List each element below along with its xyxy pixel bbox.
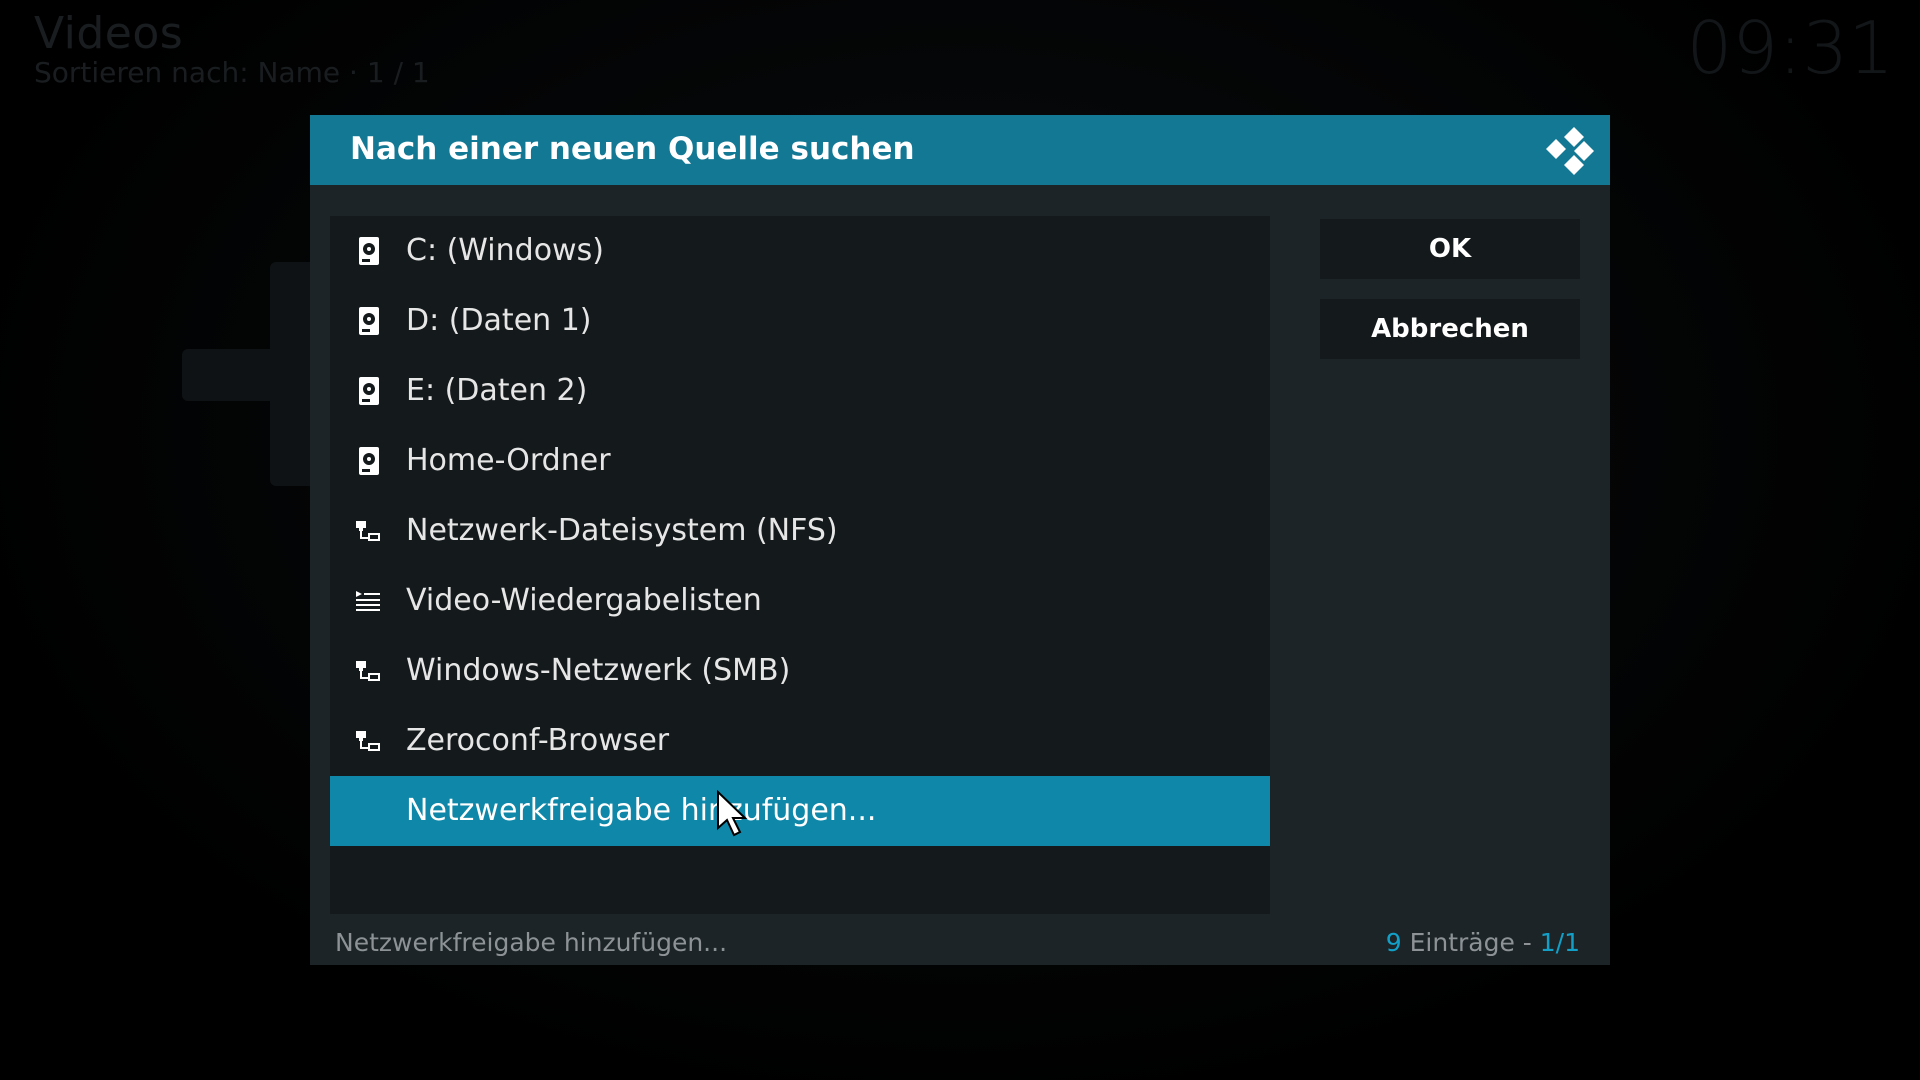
list-item-label: Windows-Netzwerk (SMB) bbox=[406, 653, 791, 688]
browse-source-dialog: Nach einer neuen Quelle suchen C: (Windo… bbox=[310, 115, 1610, 965]
background-sort-info: Sortieren nach: Name · 1 / 1 bbox=[34, 56, 430, 89]
page-indicator: 1/1 bbox=[1539, 928, 1580, 957]
list-item-label: Netzwerkfreigabe hinzufügen... bbox=[406, 793, 877, 828]
list-item-c-windows[interactable]: C: (Windows) bbox=[330, 216, 1270, 286]
harddisk-icon bbox=[359, 237, 379, 265]
kodi-logo-icon bbox=[1546, 127, 1594, 175]
list-item-label: E: (Daten 2) bbox=[406, 373, 588, 408]
list-item-add-network-share[interactable]: Netzwerkfreigabe hinzufügen... bbox=[330, 776, 1270, 846]
harddisk-icon bbox=[359, 307, 379, 335]
list-item-label: Video-Wiedergabelisten bbox=[406, 583, 762, 618]
ok-button[interactable]: OK bbox=[1320, 219, 1580, 279]
list-item-label: Home-Ordner bbox=[406, 443, 611, 478]
list-item-smb[interactable]: Windows-Netzwerk (SMB) bbox=[330, 636, 1270, 706]
harddisk-icon bbox=[359, 447, 379, 475]
background-clock: 09:31 bbox=[1686, 6, 1895, 90]
source-list: C: (Windows) D: (Daten 1) E: (Daten 2) H… bbox=[330, 216, 1270, 914]
network-icon bbox=[356, 521, 380, 541]
item-count: 9 Einträge - 1/1 bbox=[1386, 928, 1580, 957]
list-item-label: Zeroconf-Browser bbox=[406, 723, 670, 758]
mouse-cursor-icon bbox=[717, 790, 748, 837]
item-count-number: 9 bbox=[1385, 928, 1402, 957]
dialog-header: Nach einer neuen Quelle suchen bbox=[310, 115, 1610, 185]
list-item-d-daten-1[interactable]: D: (Daten 1) bbox=[330, 286, 1270, 356]
list-item-label: D: (Daten 1) bbox=[406, 303, 592, 338]
list-item-zeroconf[interactable]: Zeroconf-Browser bbox=[330, 706, 1270, 776]
list-item-e-daten-2[interactable]: E: (Daten 2) bbox=[330, 356, 1270, 426]
cancel-button[interactable]: Abbrechen bbox=[1320, 299, 1580, 359]
selected-item-label: Netzwerkfreigabe hinzufügen... bbox=[335, 928, 728, 957]
dialog-title: Nach einer neuen Quelle suchen bbox=[350, 131, 915, 167]
list-item-label: Netzwerk-Dateisystem (NFS) bbox=[406, 513, 838, 548]
network-icon bbox=[356, 661, 380, 681]
harddisk-icon bbox=[359, 377, 379, 405]
background-page-title: Videos bbox=[34, 8, 184, 59]
network-icon bbox=[356, 731, 380, 751]
list-item-home-folder[interactable]: Home-Ordner bbox=[330, 426, 1270, 496]
item-count-suffix: Einträge - bbox=[1401, 928, 1540, 957]
list-item-nfs[interactable]: Netzwerk-Dateisystem (NFS) bbox=[330, 496, 1270, 566]
playlist-icon bbox=[356, 591, 380, 611]
list-item-label: C: (Windows) bbox=[406, 233, 604, 268]
list-item-video-playlists[interactable]: Video-Wiedergabelisten bbox=[330, 566, 1270, 636]
